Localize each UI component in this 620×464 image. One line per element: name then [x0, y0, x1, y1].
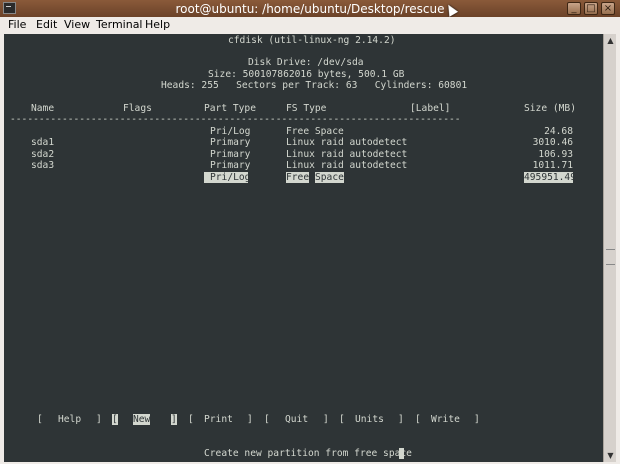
scroll-up-icon[interactable]: ▲	[605, 35, 616, 46]
row-name: sda3	[31, 160, 55, 171]
col-header-label: [Label]	[410, 103, 451, 114]
command-quit[interactable]: Quit	[285, 414, 308, 425]
row-size: 1011.71	[532, 160, 573, 171]
row-fs-type: Free Space	[286, 126, 344, 137]
menu-file[interactable]: File	[8, 18, 26, 31]
row-part-type: Primary	[210, 149, 251, 160]
row-size: 3010.46	[532, 137, 573, 148]
bracket-close: ]	[323, 414, 329, 425]
command-units[interactable]: Units	[355, 414, 384, 425]
command-write[interactable]: Write	[431, 414, 460, 425]
row-size: 495951.49	[524, 172, 576, 183]
disk-drive-line: Disk Drive: /dev/sda	[248, 57, 364, 68]
row-part-type: Primary	[210, 137, 251, 148]
row-size: 106.93	[538, 149, 573, 160]
command-print[interactable]: Print	[204, 414, 233, 425]
row-fs-type-free: Free	[286, 172, 310, 183]
menubar: File Edit View Terminal Help	[0, 17, 620, 33]
col-header-size: Size (MB)	[524, 103, 576, 114]
row-part-type: Pri/Log	[210, 126, 251, 137]
window-title: root@ubuntu: /home/ubuntu/Desktop/rescue	[175, 2, 445, 16]
row-size: 24.68	[544, 126, 573, 137]
row-fs-type-space: Space	[315, 172, 344, 183]
maximize-button[interactable]: □	[584, 2, 598, 15]
cfdisk-header: cfdisk (util-linux-ng 2.14.2)	[228, 35, 396, 46]
disk-geometry-line: Heads: 255 Sectors per Track: 63 Cylinde…	[161, 80, 468, 91]
header-separator: ----------------------------------------…	[10, 114, 461, 125]
text-cursor	[399, 448, 404, 459]
row-part-type: Pri/Log	[204, 172, 250, 183]
menu-edit[interactable]: Edit	[36, 18, 57, 31]
row-name: sda2	[31, 149, 55, 160]
menu-help[interactable]: Help	[145, 18, 170, 31]
col-header-flags: Flags	[123, 103, 152, 114]
bracket-close-selected: ]	[171, 414, 177, 425]
minimize-button[interactable]: _	[567, 2, 581, 15]
col-header-name: Name	[31, 103, 55, 114]
command-new[interactable]: New	[133, 414, 151, 425]
row-fs-type: Linux raid autodetect	[286, 137, 408, 148]
bracket-open: [	[339, 414, 345, 425]
bracket-open: [	[188, 414, 194, 425]
menu-view[interactable]: View	[64, 18, 90, 31]
window-titlebar[interactable]: root@ubuntu: /home/ubuntu/Desktop/rescue…	[0, 0, 620, 18]
bracket-open-selected: [	[112, 414, 118, 425]
command-help[interactable]: Help	[58, 414, 81, 425]
bracket-open: [	[264, 414, 270, 425]
window-frame	[616, 34, 620, 464]
row-part-type: Primary	[210, 160, 251, 171]
bracket-close: ]	[247, 414, 253, 425]
scroll-down-icon[interactable]: ▼	[605, 450, 616, 461]
scrollbar-thumb[interactable]	[606, 249, 615, 265]
close-button[interactable]: ×	[601, 2, 615, 15]
bracket-close: ]	[96, 414, 102, 425]
menu-terminal[interactable]: Terminal	[96, 18, 143, 31]
status-message: Create new partition from free space	[204, 448, 412, 459]
row-fs-type: Linux raid autodetect	[286, 149, 408, 160]
bracket-open: [	[37, 414, 43, 425]
bracket-close: ]	[398, 414, 404, 425]
row-name: sda1	[31, 137, 55, 148]
terminal-scrollbar[interactable]: ▲ ▼	[603, 34, 617, 462]
bracket-open: [	[415, 414, 421, 425]
col-header-fs-type: FS Type	[286, 103, 327, 114]
terminal-screen[interactable]: cfdisk (util-linux-ng 2.14.2) Disk Drive…	[4, 34, 603, 462]
bracket-close: ]	[474, 414, 480, 425]
col-header-part-type: Part Type	[204, 103, 256, 114]
disk-size-line: Size: 500107862016 bytes, 500.1 GB	[208, 69, 405, 80]
row-fs-type: Linux raid autodetect	[286, 160, 408, 171]
